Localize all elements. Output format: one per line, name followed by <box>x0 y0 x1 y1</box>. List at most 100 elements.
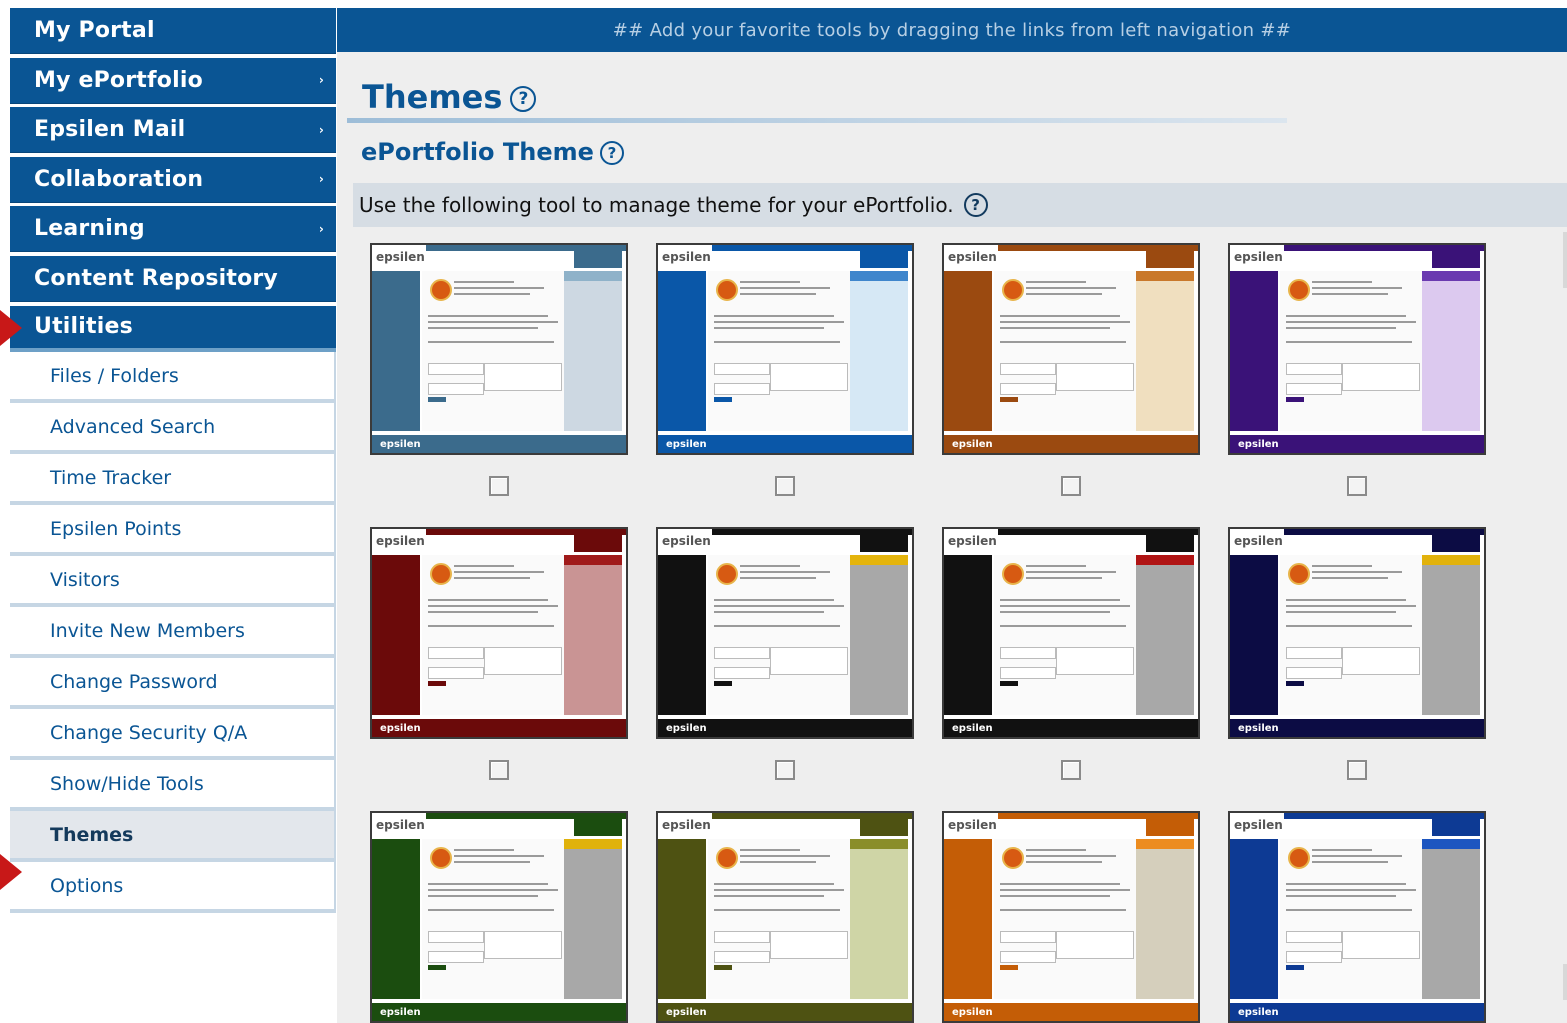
nav-item-utilities[interactable]: Utilities <box>10 305 336 352</box>
theme-thumbnail-steel-blue[interactable]: epsilen epsilen <box>370 243 628 455</box>
theme-logo: epsilen <box>376 534 425 548</box>
nav-item-content-repository[interactable]: Content Repository <box>10 255 336 302</box>
sidebar-item-themes[interactable]: Themes <box>10 811 336 863</box>
theme-logo: epsilen <box>1234 250 1283 264</box>
help-icon[interactable]: ? <box>963 193 988 217</box>
page-title-text: Themes <box>362 78 503 116</box>
theme-thumbnail-black-yellow[interactable]: epsilen epsilen <box>656 527 914 739</box>
theme-logo: epsilen <box>662 250 711 264</box>
theme-footer-logo: epsilen <box>1238 1007 1279 1018</box>
nav-item-label: Content Repository <box>34 265 278 291</box>
chevron-right-icon: › <box>318 221 324 236</box>
theme-select-checkbox[interactable] <box>1061 760 1081 780</box>
sidebar-item-change-password[interactable]: Change Password <box>10 658 336 710</box>
theme-thumbnail-olive[interactable]: epsilen epsilen <box>656 811 914 1023</box>
theme-footer-logo: epsilen <box>666 723 707 734</box>
theme-select-checkbox[interactable] <box>775 476 795 496</box>
sidebar-item-label: Epsilen Points <box>50 517 182 540</box>
theme-thumbnail-blue[interactable]: epsilen epsilen <box>656 243 914 455</box>
utilities-pointer-marker <box>0 310 22 346</box>
themes-pointer-marker <box>0 854 22 890</box>
theme-logo: epsilen <box>948 818 997 832</box>
theme-footer-logo: epsilen <box>666 1007 707 1018</box>
sidebar-item-show-hide-tools[interactable]: Show/Hide Tools <box>10 760 336 812</box>
theme-select-checkbox[interactable] <box>1061 476 1081 496</box>
description-text: Use the following tool to manage theme f… <box>359 193 954 217</box>
sidebar-item-files-folders[interactable]: Files / Folders <box>10 352 336 404</box>
theme-thumbnail-rust[interactable]: epsilen epsilen <box>942 243 1200 455</box>
theme-footer-logo: epsilen <box>952 723 993 734</box>
sidebar-item-label: Files / Folders <box>50 364 179 387</box>
nav-item-epsilen-mail[interactable]: Epsilen Mail › <box>10 107 336 154</box>
sidebar-item-label: Advanced Search <box>50 415 216 438</box>
nav-item-label: Learning <box>34 216 145 242</box>
theme-footer-logo: epsilen <box>952 1007 993 1018</box>
sidebar-item-label: Invite New Members <box>50 619 245 642</box>
theme-footer-logo: epsilen <box>1238 439 1279 450</box>
sidebar-item-label: Themes <box>50 823 134 846</box>
theme-footer-logo: epsilen <box>666 439 707 450</box>
theme-logo: epsilen <box>948 250 997 264</box>
nav-item-my-eportfolio[interactable]: My ePortfolio › <box>10 57 336 104</box>
help-icon[interactable]: ? <box>510 86 537 112</box>
scrollbar-thumb[interactable] <box>1563 964 1567 1000</box>
theme-logo: epsilen <box>1234 818 1283 832</box>
description-bar: Use the following tool to manage theme f… <box>353 183 1567 227</box>
nav-item-collaboration[interactable]: Collaboration › <box>10 156 336 203</box>
favorites-drop-banner[interactable]: ## Add your favorite tools by dragging t… <box>337 8 1567 52</box>
theme-select-checkbox[interactable] <box>775 760 795 780</box>
theme-footer-logo: epsilen <box>380 723 421 734</box>
section-title: ePortfolio Theme? <box>361 138 624 166</box>
help-icon[interactable]: ? <box>599 141 624 165</box>
sidebar-item-label: Show/Hide Tools <box>50 772 204 795</box>
sidebar-item-epsilen-points[interactable]: Epsilen Points <box>10 505 336 557</box>
sidebar-item-label: Change Security Q/A <box>50 721 248 744</box>
theme-thumbnail-royal-blue[interactable]: epsilen epsilen <box>1228 811 1486 1023</box>
theme-thumbnail-navy-yellow[interactable]: epsilen epsilen <box>1228 527 1486 739</box>
theme-select-checkbox[interactable] <box>489 476 509 496</box>
scrollbar-thumb[interactable] <box>1563 232 1567 288</box>
nav-item-label: My Portal <box>34 18 155 43</box>
theme-footer-logo: epsilen <box>952 439 993 450</box>
sidebar-item-label: Visitors <box>50 568 120 591</box>
left-navigation: My Portal My ePortfolio › Epsilen Mail › Coll… <box>10 8 336 914</box>
sidebar-item-time-tracker[interactable]: Time Tracker <box>10 454 336 506</box>
sidebar-item-advanced-search[interactable]: Advanced Search <box>10 403 336 455</box>
theme-select-checkbox[interactable] <box>1347 760 1367 780</box>
chevron-right-icon: › <box>318 172 324 187</box>
banner-text: ## Add your favorite tools by dragging t… <box>612 19 1292 41</box>
theme-thumbnail-maroon[interactable]: epsilen epsilen <box>370 527 628 739</box>
sidebar-item-visitors[interactable]: Visitors <box>10 556 336 608</box>
nav-item-label: Collaboration <box>34 166 204 192</box>
theme-logo: epsilen <box>376 250 425 264</box>
sidebar-item-label: Options <box>50 874 124 897</box>
sidebar-item-label: Change Password <box>50 670 218 693</box>
theme-logo: epsilen <box>948 534 997 548</box>
theme-thumbnail-purple[interactable]: epsilen epsilen <box>1228 243 1486 455</box>
theme-logo: epsilen <box>376 818 425 832</box>
theme-logo: epsilen <box>1234 534 1283 548</box>
chevron-right-icon: › <box>318 73 324 88</box>
nav-item-label: Epsilen Mail <box>34 117 186 143</box>
sidebar-item-change-security-q-a[interactable]: Change Security Q/A <box>10 709 336 761</box>
theme-footer-logo: epsilen <box>1238 723 1279 734</box>
section-title-text: ePortfolio Theme <box>361 138 594 166</box>
sidebar-item-invite-new-members[interactable]: Invite New Members <box>10 607 336 659</box>
title-divider <box>347 118 1287 123</box>
theme-footer-logo: epsilen <box>380 1007 421 1018</box>
theme-thumbnail-green[interactable]: epsilen epsilen <box>370 811 628 1023</box>
sidebar-item-label: Time Tracker <box>50 466 172 489</box>
theme-thumbnail-black-red[interactable]: epsilen epsilen <box>942 527 1200 739</box>
nav-item-label: Utilities <box>34 314 133 340</box>
theme-footer-logo: epsilen <box>380 439 421 450</box>
theme-logo: epsilen <box>662 818 711 832</box>
theme-thumbnail-orange[interactable]: epsilen epsilen <box>942 811 1200 1023</box>
theme-logo: epsilen <box>662 534 711 548</box>
sidebar-item-options[interactable]: Options <box>10 862 336 914</box>
theme-select-checkbox[interactable] <box>1347 476 1367 496</box>
nav-item-my-portal[interactable]: My Portal <box>10 8 336 54</box>
main-content: Themes? ePortfolio Theme? Use the follow… <box>337 52 1567 1023</box>
theme-select-checkbox[interactable] <box>489 760 509 780</box>
chevron-right-icon: › <box>318 122 324 137</box>
nav-item-learning[interactable]: Learning › <box>10 206 336 253</box>
